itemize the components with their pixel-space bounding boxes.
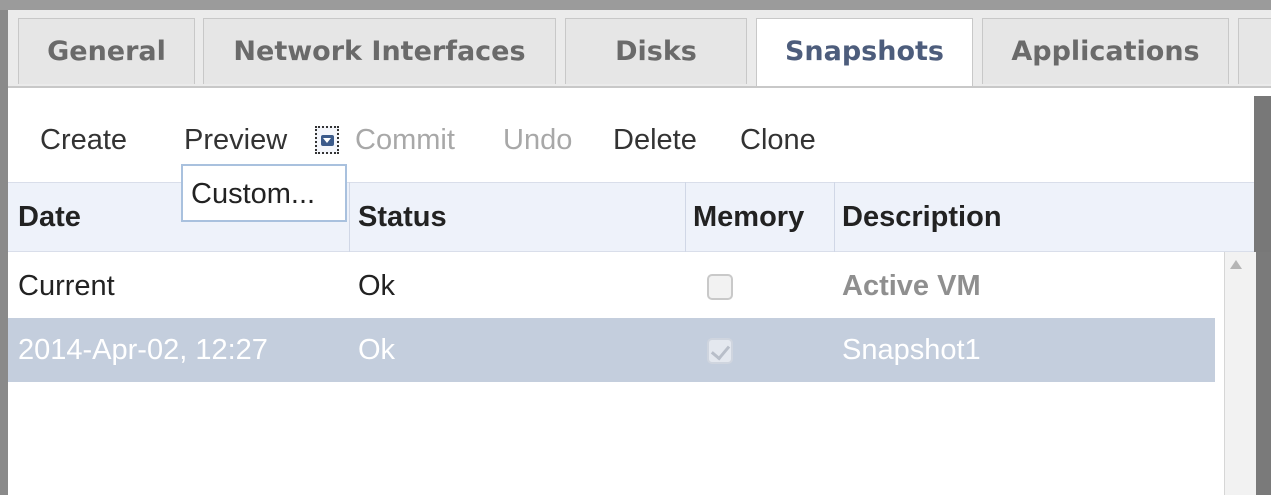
tab-general[interactable]: General [18, 18, 195, 84]
table-scrollbar[interactable] [1224, 252, 1256, 495]
column-header-memory[interactable]: Memory [693, 182, 804, 252]
column-separator [685, 182, 686, 252]
table-row-selected[interactable]: 2014-Apr-02, 12:27 Ok Snapshot1 [8, 318, 1215, 382]
cell-status: Ok [358, 270, 396, 302]
column-separator [834, 182, 835, 252]
top-border [0, 0, 1271, 10]
create-button[interactable]: Create [40, 120, 127, 160]
preview-menu-item-custom[interactable]: Custom... [181, 164, 347, 222]
column-header-description[interactable]: Description [842, 182, 1002, 252]
cell-status: Ok [358, 334, 396, 366]
tab-applications[interactable]: Applications [982, 18, 1229, 84]
right-border [1256, 252, 1271, 495]
table-row[interactable]: Current Ok Active VM [8, 254, 1215, 318]
delete-button[interactable]: Delete [613, 120, 697, 160]
undo-button[interactable]: Undo [503, 120, 572, 160]
tab-overflow[interactable] [1238, 18, 1271, 84]
cell-date: Current [18, 270, 115, 302]
scroll-up-arrow-icon[interactable] [1230, 260, 1242, 269]
tab-network-interfaces[interactable]: Network Interfaces [203, 18, 556, 84]
clone-button[interactable]: Clone [740, 120, 816, 160]
tab-underline [8, 86, 1271, 88]
cell-description: Snapshot1 [842, 334, 981, 366]
memory-checkbox[interactable] [707, 274, 733, 300]
panel-scrollbar[interactable] [1254, 96, 1271, 252]
preview-dropdown-button[interactable] [315, 126, 339, 154]
column-separator [349, 182, 350, 252]
vm-detail-panel: General Network Interfaces Disks Snapsho… [0, 0, 1271, 495]
commit-button[interactable]: Commit [355, 120, 455, 160]
column-header-status[interactable]: Status [358, 182, 447, 252]
column-header-date[interactable]: Date [18, 182, 81, 252]
tab-disks[interactable]: Disks [565, 18, 747, 84]
memory-checkbox[interactable] [707, 338, 733, 364]
checkmark-icon [710, 340, 731, 361]
chevron-down-icon [321, 135, 334, 146]
cell-description: Active VM [842, 270, 981, 302]
left-border [0, 10, 8, 495]
cell-date: 2014-Apr-02, 12:27 [18, 334, 268, 366]
tab-snapshots[interactable]: Snapshots [756, 18, 973, 88]
preview-button[interactable]: Preview [184, 120, 287, 160]
